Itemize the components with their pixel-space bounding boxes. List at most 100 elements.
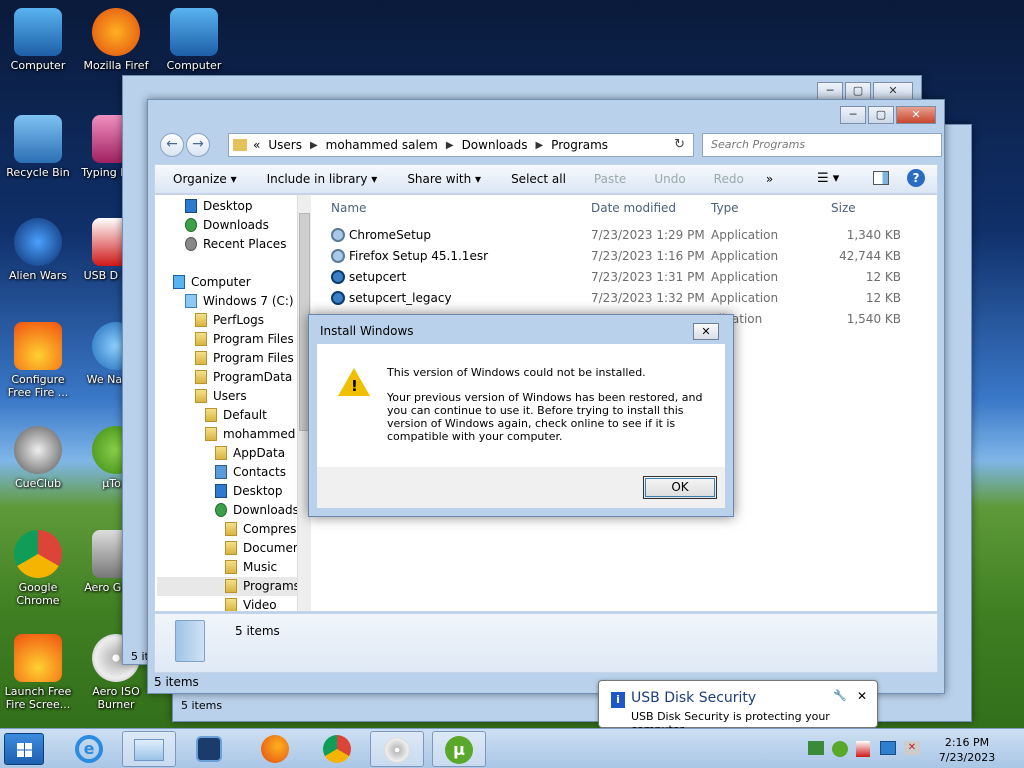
breadcrumb-overflow[interactable]: « [253,138,260,152]
taskbar-file-explorer[interactable] [122,731,176,767]
breadcrumb-downloads[interactable]: Downloads [462,138,528,152]
select-all-button[interactable]: Select all [511,172,566,186]
table-row[interactable]: setupcert_legacy 7/23/2023 1:32 PM Appli… [313,288,937,309]
taskbar-chrome[interactable] [310,731,364,767]
firefox-icon [92,8,140,56]
chevron-right-icon[interactable]: ▶ [310,140,318,151]
desktop-icon-cueclub[interactable]: CueClub [0,426,76,490]
breadcrumb-programs[interactable]: Programs [551,138,608,152]
column-header-size[interactable]: Size [831,201,856,215]
tree-item-downloads[interactable]: Downloads [185,216,269,235]
desktop-icon-google-chrome[interactable]: Google Chrome [0,530,76,607]
desktop-icon-computer-2[interactable]: Computer [156,8,232,72]
table-row[interactable]: Firefox Setup 45.1.1esr 7/23/2023 1:16 P… [313,246,937,267]
redo-button[interactable]: Redo [714,172,744,186]
item-count: 5 items [235,624,280,638]
tree-item-video[interactable]: Video [225,596,277,611]
refresh-icon[interactable]: ↻ [674,137,685,152]
settings-icon[interactable]: 🔧 [833,689,847,702]
tree-item-users[interactable]: Users [195,387,247,406]
tree-item-windows-drive[interactable]: Windows 7 (C:) [185,292,294,311]
recycle-bin-icon [14,115,62,163]
tray-usb-security-icon[interactable] [856,741,870,757]
table-row[interactable]: ChromeSetup 7/23/2023 1:29 PM Applicatio… [313,225,937,246]
desktop-icon-recycle-bin[interactable]: Recycle Bin [0,115,76,179]
tree-item-music[interactable]: Music [225,558,277,577]
help-icon[interactable]: ? [907,169,925,187]
install-windows-dialog[interactable]: Install Windows ✕ ! This version of Wind… [308,314,734,517]
table-row[interactable]: setupcert 7/23/2023 1:31 PM Application … [313,267,937,288]
share-with-button[interactable]: Share with ▾ [407,172,481,186]
tree-item-programdata[interactable]: ProgramData [195,368,292,387]
maximize-button[interactable]: ▢ [845,82,871,100]
maximize-button[interactable]: ▢ [868,106,894,124]
tree-item-programs[interactable]: Programs [157,577,311,596]
tree-item-program-files[interactable]: Program Files [195,330,294,349]
more-commands-button[interactable]: » [766,172,773,186]
taskbar-firefox[interactable] [248,731,302,767]
tree-item-program-files-x86[interactable]: Program Files (x [195,349,309,368]
tree-item-appdata[interactable]: AppData [215,444,285,463]
breadcrumb-user[interactable]: mohammed salem [326,138,438,152]
taskbar-disc-burner[interactable] [370,731,424,767]
tree-item-desktop-2[interactable]: Desktop [215,482,283,501]
address-bar[interactable]: « Users ▶ mohammed salem ▶ Downloads ▶ Prog… [228,133,694,157]
minimize-button[interactable]: ─ [817,82,843,100]
breadcrumb-users[interactable]: Users [268,138,302,152]
dialog-heading: This version of Windows could not be ins… [387,366,646,379]
dialog-close-button[interactable]: ✕ [693,323,719,340]
paste-button[interactable]: Paste [594,172,626,186]
tree-item-documents[interactable]: Documen [225,539,300,558]
tree-item-perflogs[interactable]: PerfLogs [195,311,264,330]
tray-monitor-icon[interactable] [880,741,896,755]
desktop-icon-computer[interactable]: Computer [0,8,76,72]
chevron-right-icon[interactable]: ▶ [446,140,454,151]
ok-button[interactable]: OK [643,476,717,499]
view-options-icon[interactable]: ☰ ▾ [817,171,839,186]
internet-explorer-icon: e [75,735,103,763]
desktop-icon-firefox[interactable]: Mozilla Firef [78,8,154,72]
tree-item-downloads-2[interactable]: Downloads [215,501,299,520]
chrome-icon [14,530,62,578]
command-bar: Organize ▾ Include in library ▾ Share wi… [154,164,938,194]
include-in-library-button[interactable]: Include in library ▾ [267,172,378,186]
close-button[interactable]: ✕ [873,82,913,100]
organize-button[interactable]: Organize ▾ [173,172,237,186]
forward-button[interactable]: → [186,133,210,157]
chevron-right-icon[interactable]: ▶ [535,140,543,151]
taskbar-utorrent[interactable]: µ [432,731,486,767]
tree-item-user-folder[interactable]: mohammed s [205,425,305,444]
folder-icon [233,139,247,151]
taskbar-media-player[interactable] [182,731,236,767]
system-tray: ✕ [808,739,922,759]
tray-network-icon[interactable] [808,741,824,755]
desktop-icon-launch-free-fire[interactable]: Launch Free Fire Scree... [0,634,76,711]
system-clock[interactable]: 2:16 PM 7/23/2023 [930,735,1004,765]
tree-item-default[interactable]: Default [205,406,267,425]
tree-item-recent-places[interactable]: Recent Places [185,235,286,254]
tree-item-contacts[interactable]: Contacts [215,463,286,482]
search-input[interactable]: Search Programs [702,133,942,157]
tray-volume-muted-icon[interactable]: ✕ [904,741,920,755]
tree-item-computer[interactable]: Computer [173,273,251,292]
usb-security-notification[interactable]: i USB Disk Security USB Disk Security is… [598,680,878,736]
start-button[interactable] [4,733,44,765]
preview-pane-icon[interactable] [873,171,889,185]
tray-utorrent-icon[interactable] [832,741,848,757]
tree-item-desktop[interactable]: Desktop [185,197,253,216]
details-pane: 5 items [154,613,938,673]
desktop-icon-configure-free-fire[interactable]: Configure Free Fire ... [0,322,76,399]
undo-button[interactable]: Undo [654,172,685,186]
taskbar-internet-explorer[interactable]: e [62,731,116,767]
column-header-name[interactable]: Name [331,201,366,215]
windows-logo-icon [17,743,32,757]
close-button[interactable]: ✕ [896,106,936,124]
minimize-button[interactable]: ─ [840,106,866,124]
notification-close-button[interactable]: ✕ [857,689,867,703]
back-button[interactable]: ← [160,133,184,157]
column-header-date-modified[interactable]: Date modified [591,201,676,215]
desktop-icon-alien-wars[interactable]: Alien Wars [0,218,76,282]
column-header-type[interactable]: Type [711,201,739,215]
tree-item-compressed[interactable]: Compress [225,520,303,539]
navigation-bar: ← → « Users ▶ mohammed salem ▶ Downloads ▶ … [154,132,942,158]
